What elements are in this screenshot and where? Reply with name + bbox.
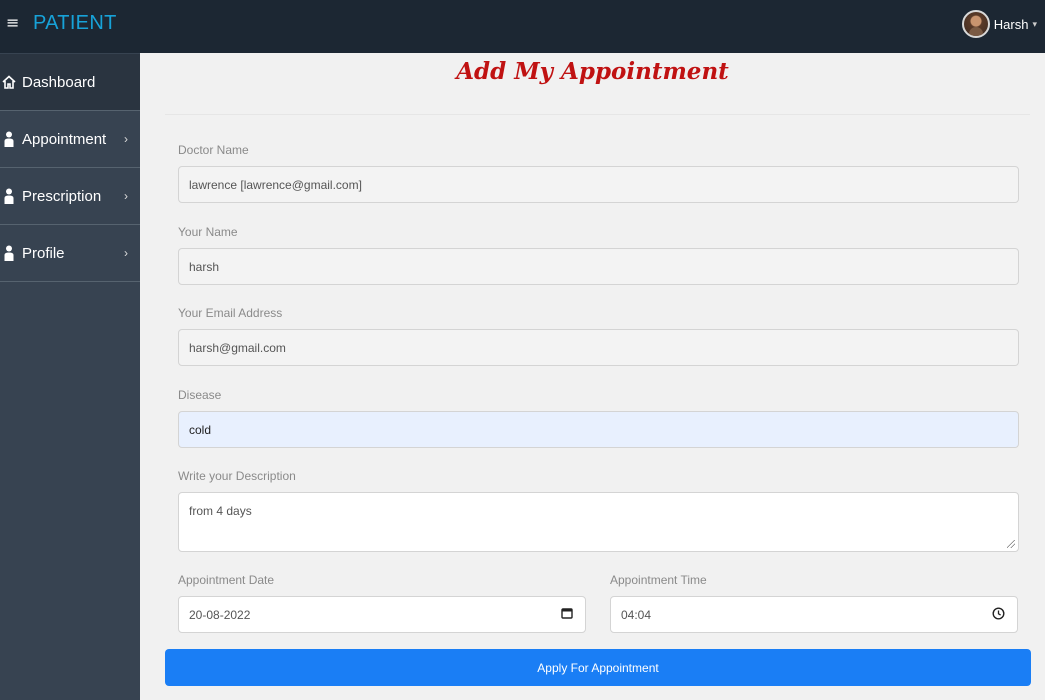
appointment-date-label: Appointment Date	[178, 573, 275, 587]
your-name-value: harsh	[189, 259, 220, 274]
chevron-right-icon: ›	[124, 132, 128, 146]
clock-icon[interactable]	[992, 606, 1005, 623]
user-name[interactable]: Harsh	[994, 17, 1029, 32]
sidebar-item-prescription[interactable]: Prescription ›	[0, 168, 140, 225]
doctor-name-field[interactable]: lawrence [lawrence@gmail.com]	[178, 166, 1019, 203]
title-divider	[165, 114, 1030, 115]
apply-appointment-button[interactable]: Apply For Appointment	[165, 649, 1031, 686]
sidebar-item-appointment[interactable]: Appointment ›	[0, 111, 140, 168]
avatar[interactable]	[961, 10, 990, 38]
sidebar-item-label: Appointment	[22, 130, 107, 148]
user-menu[interactable]: Harsh ▾	[961, 6, 1037, 42]
email-field[interactable]: harsh@gmail.com	[178, 329, 1019, 366]
hamburger-icon[interactable]: ≡	[6, 13, 19, 33]
user-icon	[2, 187, 16, 205]
appointment-date-input[interactable]: 20-08-2022	[178, 596, 586, 633]
doctor-name-label: Doctor Name	[178, 143, 249, 157]
disease-label: Disease	[178, 388, 222, 402]
appointment-date-value: 20-08-2022	[189, 607, 251, 622]
disease-value: cold	[189, 422, 212, 437]
email-value: harsh@gmail.com	[189, 340, 286, 355]
top-navbar: ≡ PATIENT Harsh ▾	[0, 0, 1045, 53]
chevron-down-icon[interactable]: ▾	[1032, 19, 1037, 30]
sidebar-item-profile[interactable]: Profile ›	[0, 225, 140, 282]
appointment-time-label: Appointment Time	[610, 573, 707, 587]
sidebar-item-label: Dashboard	[22, 73, 96, 91]
appointment-time-value: 04:04	[621, 607, 652, 622]
sidebar-item-dashboard[interactable]: Dashboard	[0, 54, 140, 111]
user-icon	[2, 244, 16, 262]
calendar-icon[interactable]	[561, 607, 573, 622]
page-title: Add My Appointment	[456, 58, 729, 85]
your-name-field[interactable]: harsh	[178, 248, 1019, 285]
description-textarea[interactable]: from 4 days	[178, 492, 1019, 552]
resize-handle-icon[interactable]	[1007, 540, 1015, 548]
description-label: Write your Description	[178, 469, 296, 483]
user-icon	[2, 130, 16, 148]
disease-field[interactable]: cold	[178, 411, 1019, 448]
your-name-label: Your Name	[178, 225, 238, 239]
description-value: from 4 days	[189, 504, 252, 518]
doctor-name-value: lawrence [lawrence@gmail.com]	[189, 177, 362, 192]
brand-title[interactable]: PATIENT	[33, 11, 117, 35]
chevron-right-icon: ›	[124, 189, 128, 203]
sidebar-item-label: Profile	[22, 244, 65, 262]
email-label: Your Email Address	[178, 306, 283, 320]
sidebar-item-label: Prescription	[22, 187, 102, 205]
chevron-right-icon: ›	[124, 246, 128, 260]
appointment-time-input[interactable]: 04:04	[610, 596, 1018, 633]
home-icon	[2, 73, 16, 91]
